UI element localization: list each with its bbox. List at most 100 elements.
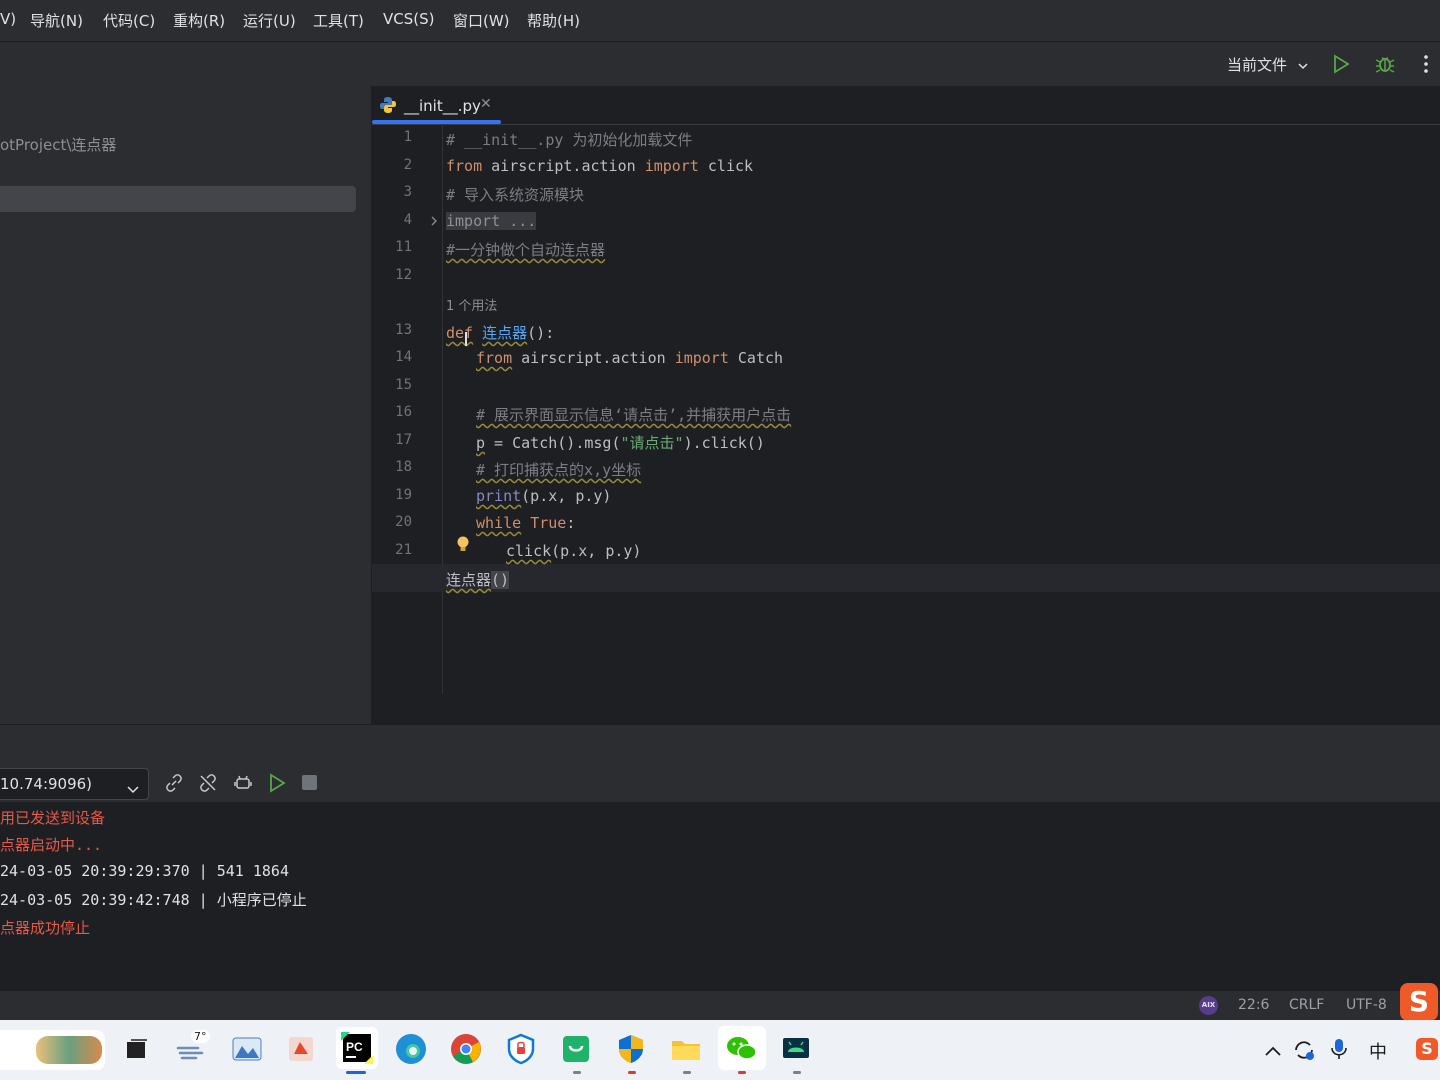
menu-refactor[interactable]: 重构(R) — [173, 10, 225, 31]
unlink-icon[interactable] — [199, 774, 217, 796]
app-indicator — [738, 1071, 746, 1074]
line-number: 11 — [395, 239, 412, 255]
more-vertical-icon[interactable] — [1422, 54, 1430, 78]
device-selector-label: 10.74:9096) — [0, 775, 93, 793]
photos-app-icon[interactable] — [230, 1032, 264, 1066]
code-line-20: while True: — [476, 514, 576, 532]
editor-tab-bar: __init__.py ✕ — [372, 86, 1440, 125]
run-icon[interactable] — [267, 773, 287, 797]
console-line: 用已发送到设备 — [0, 809, 106, 827]
menu-tools[interactable]: 工具(T) — [313, 10, 364, 31]
code-line-1: # __init__.py 为初始化加载文件 — [446, 131, 693, 149]
active-app-indicator — [346, 1071, 366, 1074]
file-explorer-icon[interactable] — [669, 1032, 703, 1066]
code-line-13: def 连点器(): — [446, 324, 555, 342]
console-output: 用已发送到设备 点器启动中... 24-03-05 20:39:29:370 |… — [0, 802, 1440, 990]
menu-help[interactable]: 帮助(H) — [527, 10, 580, 31]
chevron-up-icon[interactable] — [1264, 1042, 1282, 1061]
chrome-browser-icon[interactable] — [449, 1032, 483, 1066]
sync-icon[interactable] — [1292, 1038, 1316, 1066]
android-studio-icon[interactable] — [779, 1032, 813, 1066]
app-indicator — [793, 1071, 801, 1074]
stop-icon[interactable] — [302, 775, 317, 790]
menu-run[interactable]: 运行(U) — [243, 10, 296, 31]
code-line-14: from airscript.action import Catch — [476, 349, 784, 367]
main-toolbar: 当前文件 — [0, 42, 1440, 87]
tab-label: __init__.py — [404, 97, 481, 115]
code-line-16: # 展示界面显示信息‘请点击’,并捕获用户点击 — [476, 406, 792, 424]
menu-navigate[interactable]: 导航(N) — [30, 10, 83, 31]
run-config-selector[interactable]: 当前文件 — [1227, 54, 1308, 75]
line-number: 17 — [395, 432, 412, 448]
app-indicator — [683, 1071, 691, 1074]
text-cursor — [465, 332, 467, 346]
sogou-ime-icon[interactable]: S — [1400, 983, 1438, 1021]
line-number: 4 — [403, 212, 412, 228]
windows-taskbar: 7° PC 中 S — [0, 1020, 1440, 1080]
code-line-3: # 导入系统资源模块 — [446, 186, 585, 204]
menu-bar: V) 导航(N) 代码(C) 重构(R) 运行(U) 工具(T) VCS(S) … — [0, 0, 1440, 42]
code-line-21: click(p.x, p.y) — [506, 542, 642, 560]
edge-browser-icon[interactable] — [394, 1032, 428, 1066]
chevron-down-icon — [127, 779, 139, 798]
folded-imports[interactable]: import ... — [446, 212, 537, 230]
menu-view[interactable]: V) — [0, 10, 16, 28]
windows-security-icon[interactable] — [614, 1032, 648, 1066]
line-number: 1 — [403, 129, 412, 145]
input-method-indicator[interactable]: 中 — [1369, 1038, 1387, 1064]
line-number: 18 — [395, 459, 412, 475]
green-bag-app-icon[interactable] — [559, 1032, 593, 1066]
device-selector[interactable]: 10.74:9096) — [0, 768, 149, 800]
fold-chevron-icon[interactable] — [430, 212, 438, 231]
usage-hint[interactable]: 1 个用法 — [446, 295, 497, 314]
svg-text:PC: PC — [346, 1040, 363, 1054]
shield-vpn-icon[interactable] — [504, 1032, 538, 1066]
line-number: 15 — [395, 377, 412, 393]
project-path[interactable]: otProject\连点器 — [0, 134, 116, 155]
menu-code[interactable]: 代码(C) — [103, 10, 155, 31]
tab-init-py[interactable]: __init__.py ✕ — [372, 86, 501, 124]
line-number: 12 — [395, 267, 412, 283]
line-number: 14 — [395, 349, 412, 365]
weather-temperature: 7° — [191, 1030, 210, 1043]
console-toolbar: 10.74:9096) — [0, 764, 1440, 802]
selected-tree-row[interactable] — [0, 186, 356, 212]
line-number: 19 — [395, 487, 412, 503]
line-number: 16 — [395, 404, 412, 420]
line-number: 20 — [395, 514, 412, 530]
code-line-2: from airscript.action import click — [446, 157, 754, 175]
file-encoding[interactable]: UTF-8 — [1346, 997, 1387, 1013]
caret-position[interactable]: 22:6 — [1238, 997, 1269, 1013]
red-app-icon[interactable] — [284, 1032, 318, 1066]
lightbulb-icon[interactable] — [456, 535, 470, 559]
debug-icon[interactable] — [1374, 53, 1396, 79]
sogou-tray-icon[interactable]: S — [1416, 1038, 1438, 1060]
wechat-app-icon[interactable] — [718, 1026, 766, 1070]
search-box[interactable] — [0, 1030, 105, 1070]
pycharm-app-icon[interactable]: PC — [336, 1027, 378, 1069]
chevron-down-icon — [1298, 56, 1308, 74]
project-panel: otProject\连点器 — [0, 86, 372, 724]
close-icon[interactable]: ✕ — [480, 96, 492, 112]
android-icon[interactable] — [234, 774, 252, 796]
menu-window[interactable]: 窗口(W) — [453, 10, 510, 31]
search-highlight-image — [36, 1036, 102, 1064]
code-line-11: #一分钟做个自动连点器 — [446, 241, 606, 259]
ai-assistant-icon[interactable]: AIX — [1199, 996, 1218, 1015]
console-line: 点器启动中... — [0, 836, 103, 854]
link-icon[interactable] — [165, 774, 183, 796]
microphone-icon[interactable] — [1330, 1037, 1348, 1065]
task-view-icon[interactable] — [120, 1032, 154, 1066]
code-editor: __init__.py ✕ 1 2 3 4 11 12 13 14 15 16 … — [372, 86, 1440, 724]
line-number: 3 — [403, 184, 412, 200]
run-config-label: 当前文件 — [1227, 56, 1288, 74]
app-indicator — [573, 1071, 581, 1074]
status-bar: AIX 22:6 CRLF UTF-8 S — [0, 983, 1440, 1021]
line-separator[interactable]: CRLF — [1289, 997, 1324, 1013]
menu-vcs[interactable]: VCS(S) — [383, 10, 434, 28]
console-line: 24-03-05 20:39:29:370 | 541 1864 — [0, 862, 289, 880]
run-icon[interactable] — [1331, 54, 1351, 78]
code-area[interactable]: # __init__.py 为初始化加载文件 from airscript.ac… — [446, 124, 1440, 694]
code-line-19: print(p.x, p.y) — [476, 487, 612, 505]
code-line-17: p = Catch().msg("请点击").click() — [476, 434, 765, 452]
